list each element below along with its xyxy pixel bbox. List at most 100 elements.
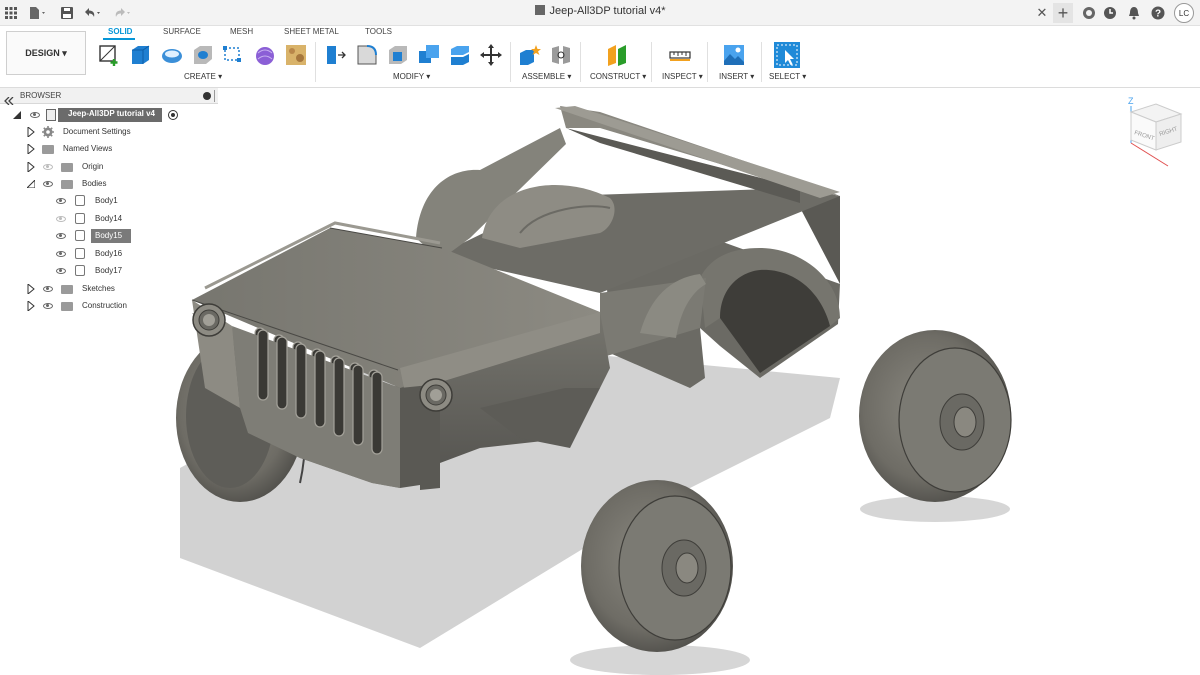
tree-item-named-views[interactable]: Named Views	[0, 142, 140, 156]
tree-item-body17[interactable]: Body17	[0, 264, 140, 278]
visibility-eye-icon[interactable]	[56, 268, 66, 274]
tree-item-label: Bodies	[82, 179, 107, 188]
fusion-window: Jeep-All3DP tutorial v4* ✕ + ? LC DESIGN…	[0, 0, 1200, 675]
body-icon	[75, 230, 85, 241]
tree-item-body15[interactable]: Body15	[0, 229, 140, 243]
tree-item-body1[interactable]: Body1	[0, 194, 140, 208]
notification-icon[interactable]	[1124, 3, 1144, 23]
visibility-eye-icon[interactable]	[30, 112, 40, 118]
form-icon[interactable]	[253, 43, 275, 65]
expand-right-icon[interactable]	[27, 301, 35, 311]
select-menu[interactable]: SELECT ▾	[769, 72, 806, 81]
expand-right-icon[interactable]	[27, 144, 35, 154]
svg-text:?: ?	[1155, 9, 1161, 20]
decal-icon[interactable]	[284, 43, 306, 65]
visibility-eye-icon[interactable]	[43, 181, 53, 187]
tab-sheet-metal[interactable]: SHEET METAL	[284, 27, 339, 36]
toolbar: DESIGN ▾ SOLID SURFACE MESH SHEET METAL …	[0, 26, 1200, 88]
replace-face-icon[interactable]	[448, 43, 470, 65]
gear-icon	[42, 126, 54, 138]
active-tab-indicator	[103, 38, 135, 40]
front-axle	[420, 468, 440, 490]
tree-root[interactable]: Jeep-All3DP tutorial v4	[0, 108, 190, 122]
collapse-panel-icon[interactable]	[4, 92, 14, 106]
tree-item-document-settings[interactable]: Document Settings	[0, 125, 140, 139]
tree-item-sketches[interactable]: Sketches	[0, 282, 140, 296]
help-icon[interactable]: ?	[1148, 3, 1168, 23]
rectangular-pattern-icon[interactable]	[222, 43, 244, 65]
fillet-icon[interactable]	[355, 43, 377, 65]
toolbar-divider	[580, 42, 581, 82]
visibility-eye-icon[interactable]	[43, 164, 53, 170]
tree-item-label: Construction	[82, 301, 127, 310]
folder-icon	[42, 145, 54, 154]
close-icon[interactable]: ✕	[1032, 3, 1052, 23]
expand-down-icon[interactable]	[27, 180, 35, 188]
tab-tools[interactable]: TOOLS	[365, 27, 392, 36]
toolbar-divider	[315, 42, 316, 82]
viewcube[interactable]: Z FRONT RIGHT	[1128, 96, 1183, 167]
combine-icon[interactable]	[417, 43, 439, 65]
move-copy-icon[interactable]	[479, 43, 502, 66]
tree-item-label: Body15	[95, 231, 123, 240]
construct-menu[interactable]: CONSTRUCT ▾	[590, 72, 646, 81]
create-menu[interactable]: CREATE ▾	[184, 72, 222, 81]
assemble-menu[interactable]: ASSEMBLE ▾	[522, 72, 571, 81]
tab-surface[interactable]: SURFACE	[163, 27, 201, 36]
hole-icon[interactable]	[191, 43, 213, 65]
expand-right-icon[interactable]	[27, 284, 35, 294]
browser-options-icon[interactable]	[203, 92, 211, 100]
expand-down-icon[interactable]	[13, 111, 21, 119]
visibility-eye-icon[interactable]	[56, 233, 66, 239]
extensions-icon[interactable]	[1079, 3, 1099, 23]
model-canvas[interactable]: Z FRONT RIGHT	[0, 88, 1200, 675]
select-icon[interactable]	[773, 41, 801, 69]
shell-icon[interactable]	[386, 43, 408, 65]
expand-right-icon[interactable]	[27, 162, 35, 172]
tree-item-origin[interactable]: Origin	[0, 160, 140, 174]
measure-icon[interactable]	[668, 43, 691, 65]
expand-right-icon[interactable]	[27, 127, 35, 137]
headlight-right[interactable]	[419, 378, 453, 412]
activate-radio-icon[interactable]	[168, 110, 178, 120]
create-sketch-icon[interactable]	[97, 43, 119, 66]
document-title: Jeep-All3DP tutorial v4*	[0, 5, 1200, 17]
new-component-icon[interactable]	[518, 43, 541, 65]
visibility-eye-icon[interactable]	[56, 216, 66, 222]
history-icon[interactable]	[1100, 3, 1120, 23]
visibility-eye-icon[interactable]	[43, 303, 53, 309]
insert-canvas-icon[interactable]	[722, 43, 744, 65]
tree-item-label: Origin	[82, 162, 104, 171]
tree-item-body16[interactable]: Body16	[0, 247, 140, 261]
canvas-viewport[interactable]: Z FRONT RIGHT	[0, 88, 1200, 675]
document-cube-icon	[534, 5, 545, 15]
folder-icon	[61, 285, 73, 294]
revolve-icon[interactable]	[160, 43, 182, 65]
tree-item-construction[interactable]: Construction	[0, 299, 140, 313]
tab-mesh[interactable]: MESH	[230, 27, 253, 36]
tab-solid[interactable]: SOLID	[108, 27, 132, 36]
offset-plane-icon[interactable]	[605, 43, 627, 66]
modify-menu[interactable]: MODIFY ▾	[393, 72, 430, 81]
browser-header: BROWSER	[0, 88, 218, 106]
wheel-loose-right[interactable]	[859, 330, 1012, 502]
extrude-icon[interactable]	[128, 43, 150, 65]
wheel-loose-front[interactable]	[581, 480, 733, 652]
visibility-eye-icon[interactable]	[43, 286, 53, 292]
panel-resize-handle[interactable]	[214, 90, 216, 102]
body-icon	[75, 213, 85, 224]
visibility-eye-icon[interactable]	[56, 198, 66, 204]
workspace-switcher-button[interactable]: DESIGN ▾	[6, 31, 86, 75]
user-avatar[interactable]: LC	[1174, 3, 1194, 23]
body-icon	[75, 195, 85, 206]
tree-item-body14[interactable]: Body14	[0, 212, 140, 226]
headlight-left[interactable]	[192, 303, 226, 337]
plus-icon[interactable]: +	[1053, 3, 1073, 23]
tree-item-bodies[interactable]: Bodies	[0, 177, 140, 191]
insert-menu[interactable]: INSERT ▾	[719, 72, 754, 81]
visibility-eye-icon[interactable]	[56, 251, 66, 257]
title-bar: Jeep-All3DP tutorial v4* ✕ + ? LC	[0, 0, 1200, 26]
inspect-menu[interactable]: INSPECT ▾	[662, 72, 703, 81]
joint-icon[interactable]	[549, 43, 571, 65]
press-pull-icon[interactable]	[323, 43, 346, 65]
